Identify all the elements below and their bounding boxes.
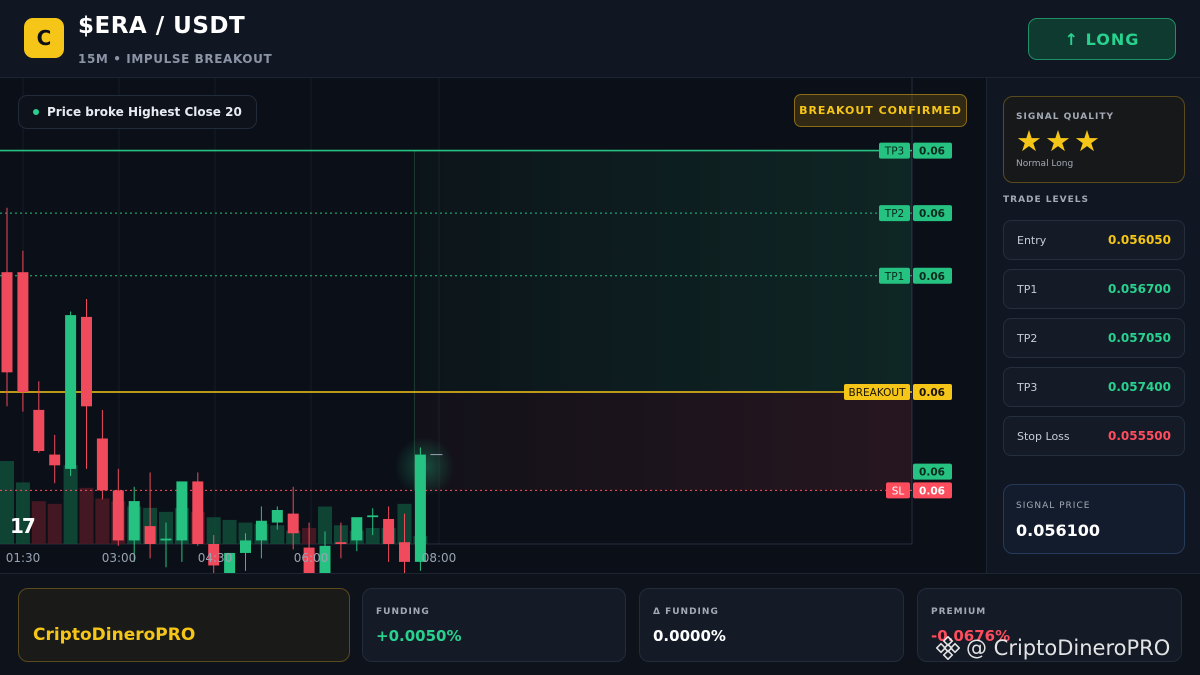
signal-sidebar: SIGNAL QUALITY ★★★ Normal Long TRADE LEV… [986,78,1200,573]
watermark-text: @ CriptoDineroPRO [966,636,1171,660]
candle-down [33,409,45,452]
candle-down [1,272,13,373]
candle-down [112,490,124,541]
signal-quality-title: SIGNAL QUALITY [1016,112,1114,122]
level-tp2: TP2 0.057050 [1003,318,1185,358]
candle-down [383,518,395,544]
quality-stars-icon: ★★★ [1016,124,1103,158]
x-tick-label: 08:00 [422,551,457,565]
signal-quality-card: SIGNAL QUALITY ★★★ Normal Long [1003,96,1185,183]
level-tag-label: BREAKOUT [849,387,907,399]
candle-down [192,481,204,544]
volume-bar [79,487,94,544]
x-tick-label: 01:30 [6,551,41,565]
x-tick-label: 03:00 [102,551,137,565]
level-tp3: TP3 0.057400 [1003,367,1185,407]
x-tick-label: 06:00 [294,551,329,565]
volume-bar [47,503,62,544]
pair-subtitle: 15M • IMPULSE BREAKOUT [78,52,273,66]
candle-down [144,526,156,544]
level-value: 0.056700 [1107,282,1171,296]
status-dot-icon [33,109,39,115]
signal-quality-label: Normal Long [1016,159,1074,169]
level-tag-label: TP3 [884,146,904,158]
x-tick-label: 04:30 [198,551,233,565]
level-label: Entry [1017,233,1047,247]
candle-down [96,438,108,491]
signal-price-card: SIGNAL PRICE 0.056100 [1003,484,1185,554]
candle-up [176,481,188,541]
level-price-value: 0.06 [919,271,945,283]
level-value: 0.057050 [1107,331,1171,345]
funding-card: FUNDING +0.0050% [362,588,626,662]
binance-icon [936,636,960,660]
level-tag-label: SL [892,485,905,497]
funding-value: +0.0050% [376,627,462,645]
breakout-confirmed-badge: BREAKOUT CONFIRMED [794,94,967,127]
brand-card: CriptoDineroPRO [18,588,350,662]
risk-zone [414,392,912,491]
trade-levels-title: TRADE LEVELS [1003,195,1089,205]
last-price-value: 0.06 [919,467,945,479]
volume-bar [95,498,110,544]
level-label: TP1 [1017,282,1038,296]
volume-bar [63,465,78,544]
candle-up [240,540,251,553]
funding-title: FUNDING [376,607,430,617]
level-value: 0.056050 [1107,233,1171,247]
pair-title: $ERA / USDT [78,13,246,39]
candle-down [17,272,29,392]
level-tag-label: TP1 [884,271,904,283]
candle-down [335,542,347,544]
level-stop-loss: Stop Loss 0.055500 [1003,416,1185,456]
level-value: 0.055500 [1107,429,1171,443]
level-label: Stop Loss [1017,429,1070,443]
level-label: TP2 [1017,331,1038,345]
delta-funding-title: Δ FUNDING [653,607,719,617]
candle-up [367,515,379,518]
signal-price-title: SIGNAL PRICE [1016,501,1091,511]
candle-up [255,520,267,541]
candle-down [287,513,299,534]
candle-up [351,517,363,541]
candle-down [81,316,92,407]
volume-bar [222,519,237,544]
level-price-value: 0.06 [919,208,945,220]
level-value: 0.057400 [1107,380,1171,394]
token-logo: C [24,18,64,58]
candle-up [65,315,77,469]
level-price-value: 0.06 [919,387,945,399]
candlestick-chart: LONGTP30.06TP20.06TP10.06BREAKOUT0.06SL0… [0,78,952,573]
level-label: TP3 [1017,380,1038,394]
signal-price-value: 0.056100 [1016,521,1101,540]
level-entry: Entry 0.056050 [1003,220,1185,260]
premium-title: PREMIUM [931,607,987,617]
footer: CriptoDineroPRO FUNDING +0.0050% Δ FUNDI… [0,573,1200,675]
candle-down [399,542,410,562]
level-tag-label: TP2 [884,208,904,220]
info-pill: Price broke Highest Close 20 [18,95,257,129]
header: C $ERA / USDT 15M • IMPULSE BREAKOUT ↑ L… [0,0,1200,78]
candle-down [49,454,61,466]
info-pill-text: Price broke Highest Close 20 [47,105,242,119]
profit-zone [414,150,912,392]
level-price-value: 0.06 [919,485,945,497]
candle-up [160,538,172,541]
signal-glow [394,436,455,497]
delta-funding-card: Δ FUNDING 0.0000% [639,588,904,662]
candle-up [128,501,140,541]
level-price-value: 0.06 [919,146,945,158]
level-tp1: TP1 0.056700 [1003,269,1185,309]
candle-up [271,510,283,523]
long-signal-button[interactable]: ↑ LONG [1028,18,1176,60]
delta-funding-value: 0.0000% [653,627,726,645]
tradingview-logo-icon: 17 [10,514,36,538]
watermark: @ CriptoDineroPRO [936,636,1170,660]
price-chart[interactable]: LONGTP30.06TP20.06TP10.06BREAKOUT0.06SL0… [0,78,985,573]
brand-name: CriptoDineroPRO [33,625,196,645]
